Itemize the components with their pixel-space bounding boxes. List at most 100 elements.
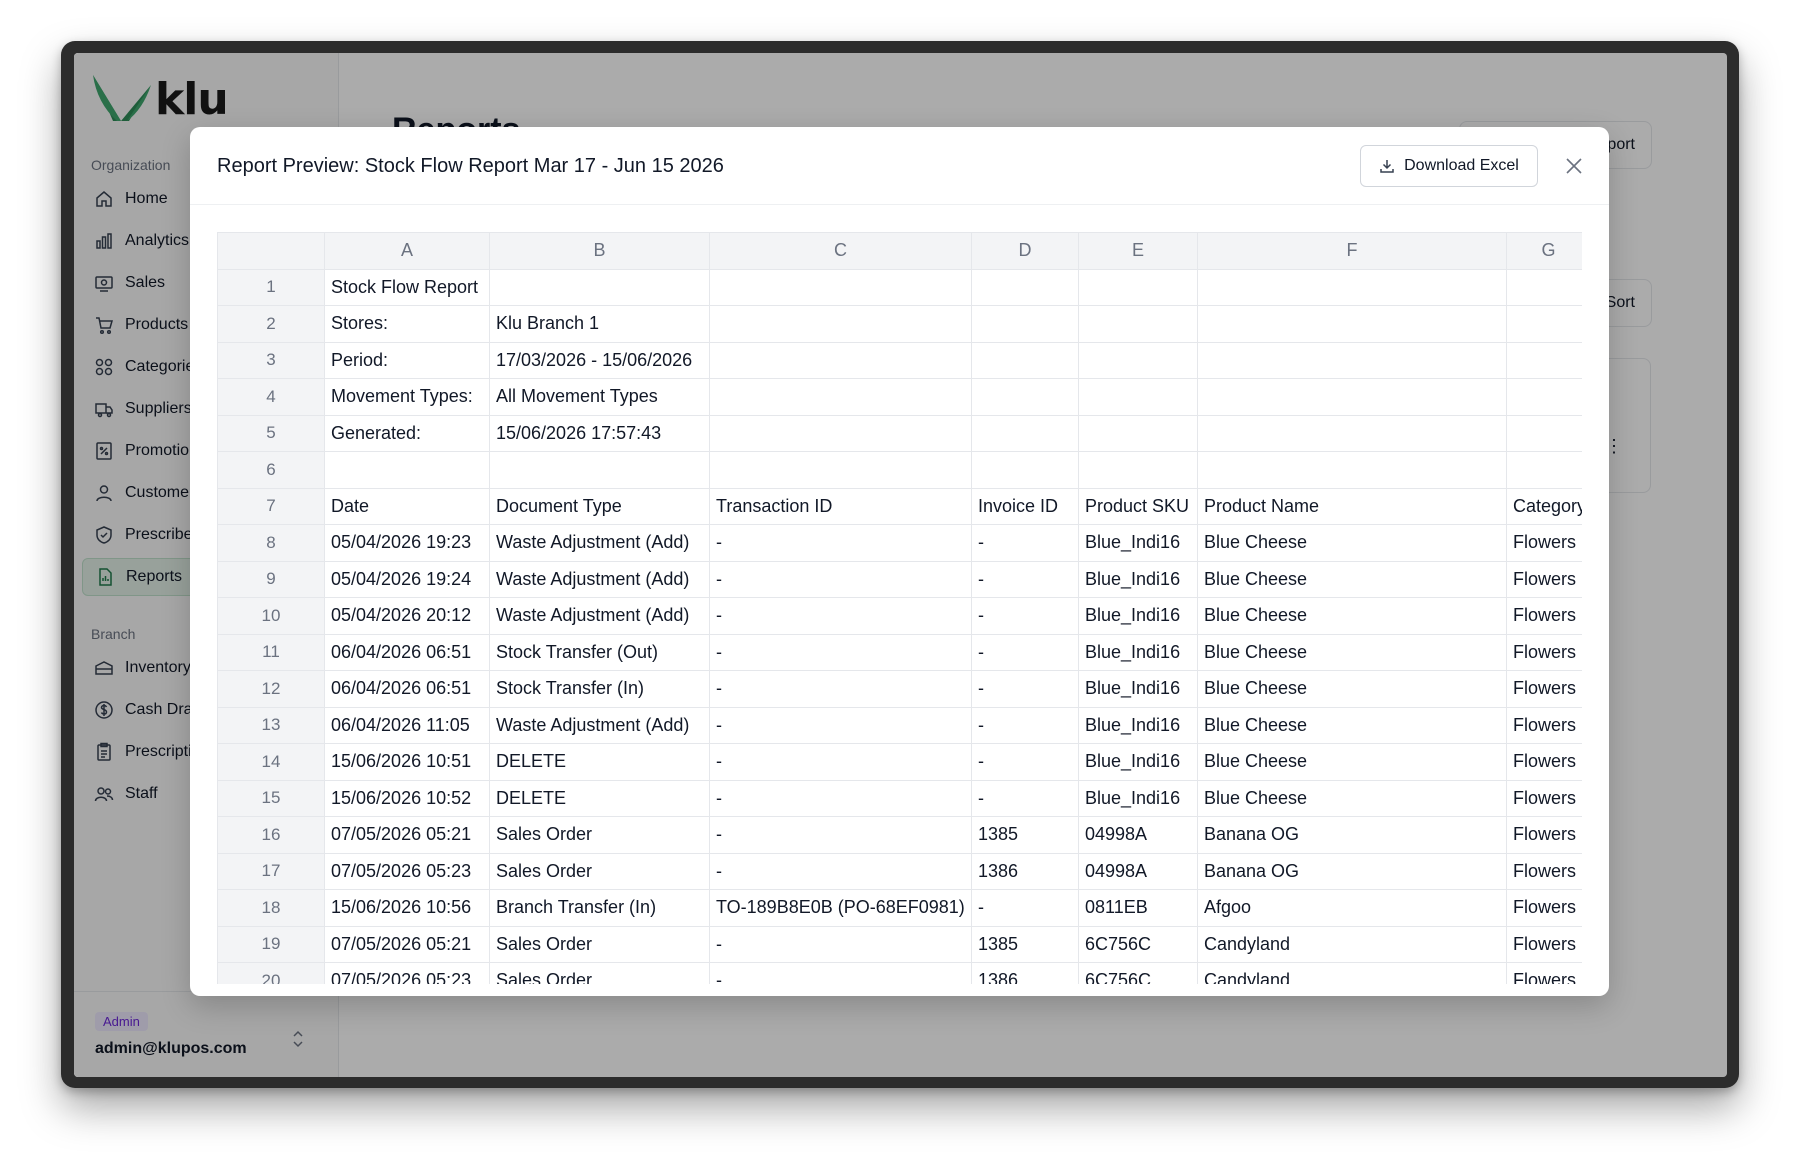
table-cell[interactable]: - — [971, 524, 1079, 562]
table-cell[interactable]: Candyland — [1197, 925, 1507, 963]
table-cell[interactable] — [971, 378, 1079, 416]
row-number[interactable]: 16 — [217, 816, 325, 854]
table-cell[interactable]: DELETE — [489, 779, 710, 817]
row-number[interactable]: 20 — [217, 962, 325, 984]
table-cell[interactable]: 17/03/2026 - 15/06/2026 — [489, 341, 710, 379]
table-cell[interactable]: - — [709, 706, 972, 744]
row-number[interactable]: 14 — [217, 743, 325, 781]
table-cell[interactable] — [1197, 451, 1507, 489]
table-cell[interactable]: Blue Cheese — [1197, 670, 1507, 708]
table-cell[interactable]: Blue Cheese — [1197, 597, 1507, 635]
table-cell[interactable]: Blue_Indi16 — [1078, 597, 1198, 635]
table-cell[interactable]: Blue Cheese — [1197, 633, 1507, 671]
row-number[interactable]: 3 — [217, 341, 325, 379]
table-cell[interactable]: Blue Cheese — [1197, 706, 1507, 744]
table-cell[interactable] — [709, 378, 972, 416]
table-cell[interactable]: Banana OG — [1197, 852, 1507, 890]
table-cell[interactable] — [1506, 414, 1582, 452]
table-cell[interactable]: Blue_Indi16 — [1078, 743, 1198, 781]
table-cell[interactable]: Category — [1506, 487, 1582, 525]
table-cell[interactable]: Afgoo — [1197, 889, 1507, 927]
table-cell[interactable]: Transaction ID — [709, 487, 972, 525]
table-cell[interactable]: Blue_Indi16 — [1078, 524, 1198, 562]
table-cell[interactable]: 06/04/2026 06:51 — [324, 633, 490, 671]
table-cell[interactable]: Banana OG — [1197, 816, 1507, 854]
row-number[interactable]: 4 — [217, 378, 325, 416]
table-cell[interactable] — [324, 451, 490, 489]
table-cell[interactable]: - — [709, 597, 972, 635]
table-cell[interactable]: - — [709, 524, 972, 562]
table-cell[interactable]: 07/05/2026 05:23 — [324, 852, 490, 890]
table-cell[interactable]: Movement Types: — [324, 378, 490, 416]
table-cell[interactable]: 05/04/2026 19:24 — [324, 560, 490, 598]
table-cell[interactable] — [971, 305, 1079, 343]
row-number[interactable]: 12 — [217, 670, 325, 708]
table-cell[interactable]: Stock Transfer (In) — [489, 670, 710, 708]
column-header[interactable]: E — [1078, 232, 1198, 270]
column-header[interactable]: A — [324, 232, 490, 270]
table-cell[interactable]: 05/04/2026 20:12 — [324, 597, 490, 635]
table-cell[interactable] — [709, 341, 972, 379]
table-cell[interactable] — [489, 268, 710, 306]
column-header[interactable]: D — [971, 232, 1079, 270]
table-cell[interactable] — [1197, 268, 1507, 306]
table-cell[interactable]: Invoice ID — [971, 487, 1079, 525]
table-cell[interactable] — [1506, 305, 1582, 343]
table-cell[interactable]: Sales Order — [489, 816, 710, 854]
table-cell[interactable]: Flowers — [1506, 962, 1582, 984]
row-number[interactable]: 10 — [217, 597, 325, 635]
table-cell[interactable]: - — [709, 852, 972, 890]
table-cell[interactable]: - — [971, 597, 1079, 635]
column-header[interactable]: G — [1506, 232, 1582, 270]
table-cell[interactable]: - — [971, 633, 1079, 671]
table-cell[interactable]: Flowers — [1506, 743, 1582, 781]
table-cell[interactable]: Blue_Indi16 — [1078, 779, 1198, 817]
table-cell[interactable]: Stores: — [324, 305, 490, 343]
table-cell[interactable] — [1078, 268, 1198, 306]
table-cell[interactable]: 04998A — [1078, 852, 1198, 890]
table-cell[interactable]: Blue_Indi16 — [1078, 560, 1198, 598]
table-cell[interactable]: - — [709, 962, 972, 984]
close-icon[interactable] — [1562, 154, 1586, 178]
table-cell[interactable]: 1385 — [971, 816, 1079, 854]
table-cell[interactable] — [1197, 378, 1507, 416]
table-cell[interactable]: 15/06/2026 17:57:43 — [489, 414, 710, 452]
table-cell[interactable]: - — [971, 706, 1079, 744]
table-cell[interactable]: - — [971, 889, 1079, 927]
column-header[interactable]: C — [709, 232, 972, 270]
table-cell[interactable]: - — [709, 743, 972, 781]
table-cell[interactable]: 07/05/2026 05:21 — [324, 925, 490, 963]
table-cell[interactable]: Period: — [324, 341, 490, 379]
table-cell[interactable] — [1506, 378, 1582, 416]
row-number[interactable]: 9 — [217, 560, 325, 598]
row-number[interactable]: 19 — [217, 925, 325, 963]
table-cell[interactable] — [709, 414, 972, 452]
table-cell[interactable] — [489, 451, 710, 489]
table-cell[interactable]: - — [709, 816, 972, 854]
download-excel-button[interactable]: Download Excel — [1360, 145, 1538, 187]
row-number[interactable]: 13 — [217, 706, 325, 744]
table-cell[interactable]: Blue Cheese — [1197, 524, 1507, 562]
table-cell[interactable] — [971, 451, 1079, 489]
table-cell[interactable]: - — [709, 560, 972, 598]
table-cell[interactable] — [709, 305, 972, 343]
table-cell[interactable]: - — [709, 925, 972, 963]
table-cell[interactable]: 06/04/2026 11:05 — [324, 706, 490, 744]
table-cell[interactable]: - — [971, 779, 1079, 817]
table-cell[interactable] — [1078, 378, 1198, 416]
row-number[interactable]: 2 — [217, 305, 325, 343]
table-cell[interactable]: All Movement Types — [489, 378, 710, 416]
column-header[interactable]: F — [1197, 232, 1507, 270]
table-cell[interactable]: Date — [324, 487, 490, 525]
table-cell[interactable]: 1385 — [971, 925, 1079, 963]
table-cell[interactable]: - — [709, 670, 972, 708]
table-cell[interactable] — [1506, 451, 1582, 489]
table-cell[interactable]: 07/05/2026 05:23 — [324, 962, 490, 984]
table-cell[interactable]: Flowers — [1506, 816, 1582, 854]
table-cell[interactable]: 07/05/2026 05:21 — [324, 816, 490, 854]
table-cell[interactable]: Branch Transfer (In) — [489, 889, 710, 927]
table-cell[interactable]: Blue Cheese — [1197, 560, 1507, 598]
table-cell[interactable]: Flowers — [1506, 597, 1582, 635]
row-number[interactable]: 17 — [217, 852, 325, 890]
table-cell[interactable] — [1197, 305, 1507, 343]
